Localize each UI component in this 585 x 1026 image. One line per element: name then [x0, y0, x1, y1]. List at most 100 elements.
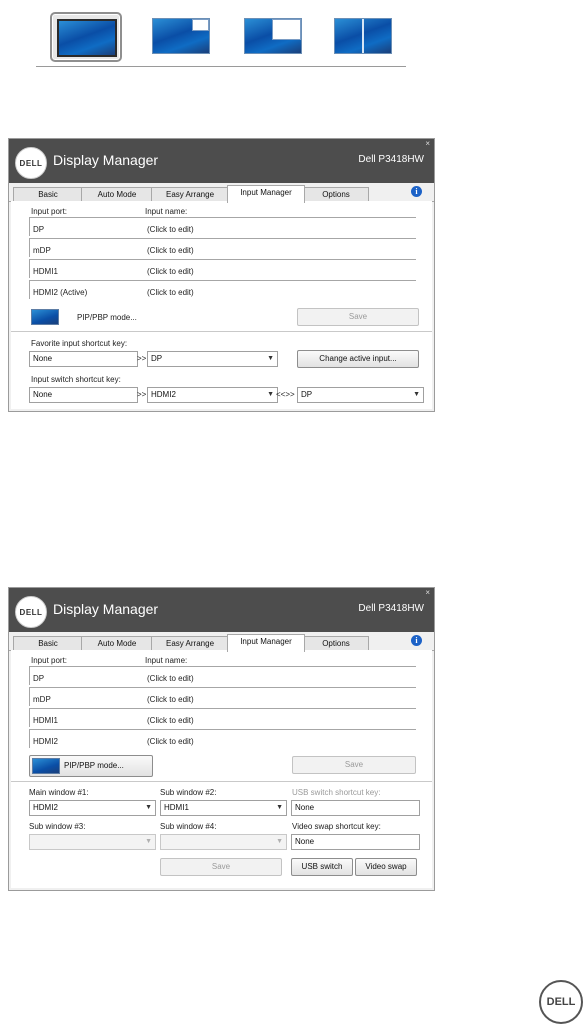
tab-options[interactable]: Options — [303, 187, 369, 201]
pip-mode-link[interactable]: PIP/PBP mode... — [77, 313, 137, 322]
sub-window-3-select[interactable]: ▼ — [29, 834, 156, 850]
input-name-hdmi1[interactable]: (Click to edit) — [147, 716, 194, 725]
row-divider — [29, 729, 416, 730]
close-icon[interactable]: × — [425, 139, 430, 148]
row-divider — [29, 708, 30, 727]
tab-input-manager[interactable]: Input Manager — [227, 185, 305, 203]
input-port-hdmi2: HDMI2 (Active) — [33, 288, 88, 297]
input-switch-shortcut-input[interactable]: None — [29, 387, 138, 403]
info-icon[interactable]: i — [411, 635, 422, 646]
sub-window-2-label: Sub window #2: — [160, 788, 217, 797]
monitor-model: Dell P3418HW — [358, 154, 424, 165]
main-window-1-select[interactable]: HDMI2 ▼ — [29, 800, 156, 816]
input-manager-panel: Input port: Input name: DP (Click to edi… — [11, 201, 432, 409]
input-port-dp: DP — [33, 674, 45, 683]
row-divider — [29, 217, 30, 236]
app-title: Display Manager — [53, 601, 159, 617]
chevron-down-icon: ▼ — [145, 838, 152, 845]
swap-arrows: <<>> — [276, 390, 295, 399]
usb-switch-shortcut-input[interactable]: None — [291, 800, 420, 816]
input-manager-panel: Input port: Input name: DP (Click to edi… — [11, 650, 432, 888]
pip-mode-label: PIP/PBP mode... — [64, 761, 124, 770]
mode-strip-divider — [36, 66, 406, 67]
sub-window-2-select[interactable]: HDMI1 ▼ — [160, 800, 287, 816]
sub-window-3-label: Sub window #3: — [29, 822, 86, 831]
save-button[interactable]: Save — [292, 756, 416, 774]
change-active-input-button[interactable]: Change active input... — [297, 350, 419, 368]
tab-easy-arrange[interactable]: Easy Arrange — [151, 187, 229, 201]
input-name-dp[interactable]: (Click to edit) — [147, 225, 194, 234]
dell-footer-logo: DELL — [539, 980, 583, 1024]
mode-pip-large-button[interactable] — [238, 12, 306, 58]
section-divider — [11, 331, 432, 332]
chevron-down-icon: ▼ — [267, 355, 274, 362]
display-manager-window-pip: DELL Display Manager Dell P3418HW × Basi… — [8, 587, 435, 891]
title-bar: DELL Display Manager Dell P3418HW × — [9, 588, 434, 632]
single-window-icon — [57, 19, 117, 57]
row-divider — [29, 666, 416, 667]
main-window-1-label: Main window #1: — [29, 788, 89, 797]
input-port-header: Input port: — [31, 207, 68, 216]
row-divider — [29, 687, 416, 688]
display-manager-window-input: DELL Display Manager Dell P3418HW × Basi… — [8, 138, 435, 412]
dell-logo: DELL — [15, 596, 47, 628]
mode-single-button[interactable] — [50, 12, 122, 62]
mode-pbp-button[interactable] — [328, 12, 396, 58]
row-divider — [29, 729, 30, 748]
row-divider — [29, 280, 30, 299]
switch-input-a-select[interactable]: HDMI2 ▼ — [147, 387, 278, 403]
favorite-arrow: >> — [137, 354, 147, 363]
sub-window-2-value: HDMI1 — [164, 803, 189, 812]
tab-input-manager[interactable]: Input Manager — [227, 634, 305, 652]
input-port-header: Input port: — [31, 656, 68, 665]
tab-basic[interactable]: Basic — [13, 187, 83, 201]
input-name-hdmi2[interactable]: (Click to edit) — [147, 288, 194, 297]
section-divider — [11, 781, 432, 782]
row-divider — [29, 217, 416, 218]
pip-mode-button[interactable]: PIP/PBP mode... — [29, 755, 153, 777]
title-bar: DELL Display Manager Dell P3418HW × — [9, 139, 434, 183]
tab-auto-mode[interactable]: Auto Mode — [81, 187, 153, 201]
input-name-hdmi2[interactable]: (Click to edit) — [147, 737, 194, 746]
mode-pip-small-button[interactable] — [146, 12, 214, 58]
usb-switch-button[interactable]: USB switch — [291, 858, 353, 876]
save-pip-button[interactable]: Save — [160, 858, 282, 876]
chevron-down-icon: ▼ — [145, 804, 152, 811]
dell-logo: DELL — [15, 147, 47, 179]
favorite-input-value: DP — [151, 354, 163, 363]
input-port-dp: DP — [33, 225, 45, 234]
video-swap-shortcut-input[interactable]: None — [291, 834, 420, 850]
input-name-dp[interactable]: (Click to edit) — [147, 674, 194, 683]
info-icon[interactable]: i — [411, 186, 422, 197]
favorite-input-select[interactable]: DP ▼ — [147, 351, 278, 367]
tab-basic[interactable]: Basic — [13, 636, 83, 650]
input-name-header: Input name: — [145, 656, 188, 665]
pip-small-icon — [152, 18, 210, 54]
sub-window-4-label: Sub window #4: — [160, 822, 217, 831]
switch-arrow: >> — [137, 390, 147, 399]
switch-input-b-value: DP — [301, 390, 313, 399]
row-divider — [29, 708, 416, 709]
row-divider — [29, 687, 30, 706]
tab-options[interactable]: Options — [303, 636, 369, 650]
input-port-hdmi1: HDMI1 — [33, 716, 58, 725]
input-port-mdp: mDP — [33, 246, 51, 255]
favorite-shortcut-input[interactable]: None — [29, 351, 138, 367]
save-button[interactable]: Save — [297, 308, 419, 326]
video-swap-shortcut-label: Video swap shortcut key: — [292, 822, 381, 831]
input-switch-shortcut-label: Input switch shortcut key: — [31, 375, 121, 384]
input-name-hdmi1[interactable]: (Click to edit) — [147, 267, 194, 276]
row-divider — [29, 666, 30, 685]
input-port-hdmi1: HDMI1 — [33, 267, 58, 276]
tab-auto-mode[interactable]: Auto Mode — [81, 636, 153, 650]
tab-easy-arrange[interactable]: Easy Arrange — [151, 636, 229, 650]
switch-input-b-select[interactable]: DP ▼ — [297, 387, 424, 403]
row-divider — [29, 238, 30, 257]
input-name-mdp[interactable]: (Click to edit) — [147, 695, 194, 704]
row-divider — [29, 259, 30, 278]
video-swap-button[interactable]: Video swap — [355, 858, 417, 876]
monitor-model: Dell P3418HW — [358, 603, 424, 614]
input-name-mdp[interactable]: (Click to edit) — [147, 246, 194, 255]
close-icon[interactable]: × — [425, 588, 430, 597]
sub-window-4-select[interactable]: ▼ — [160, 834, 287, 850]
